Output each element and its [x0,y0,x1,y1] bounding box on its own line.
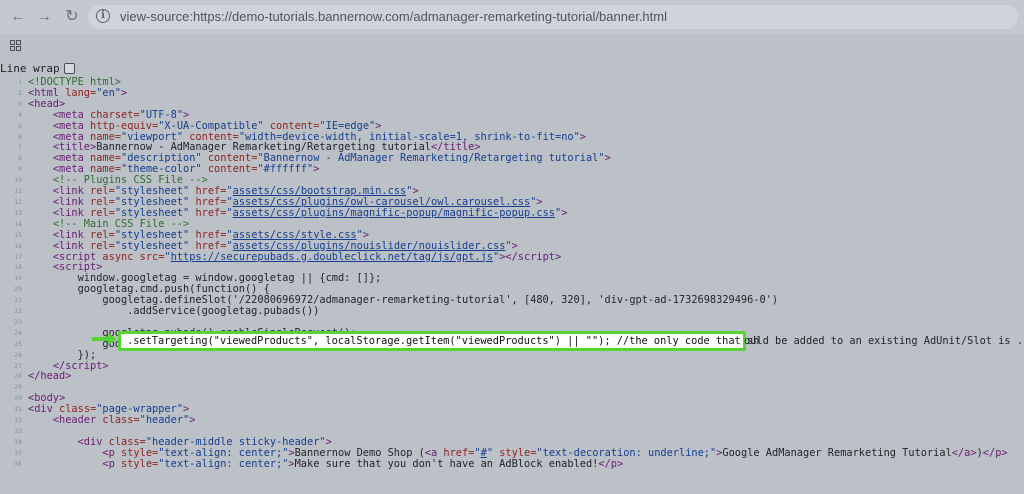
line-number: 21 [14,296,22,305]
line-number: 19 [14,274,22,283]
line-number: 4 [18,110,22,119]
source-code: .addService(googletag.pubads()) [28,305,320,318]
line-number: 11 [14,187,22,196]
line-number: 17 [14,252,22,261]
source-line: 32 <header class="header"> [0,415,1024,426]
arrow-right-icon [92,333,117,345]
source-line: 29 [0,382,1024,393]
line-number: 10 [14,176,22,185]
arrow-left-icon[interactable]: ← [8,7,28,27]
line-number: 12 [14,197,22,206]
line-number: 2 [18,88,22,97]
source-code: <header class="header"> [52,414,196,427]
line-number: 32 [14,416,22,425]
reload-icon[interactable]: ↻ [62,7,82,27]
highlighted-code-line: .setTargeting("viewedProducts", localSto… [118,331,759,351]
source-line: 28 </head> [0,371,1024,382]
source-line: 1 <!DOCTYPE html> [0,77,1024,88]
line-number: 20 [14,285,22,294]
line-number: 22 [14,307,22,316]
line-number: 23 [14,317,22,326]
line-number: 28 [14,372,22,381]
highlighted-code-text: .setTargeting("viewedProducts", localSto… [127,335,760,347]
url-text[interactable]: view-source:https://demo-tutorials.banne… [120,9,667,24]
line-number: 18 [14,263,22,272]
line-number: 24 [14,328,22,337]
source-code: <p style="text-align: center;">Make sure… [102,457,624,470]
line-wrap-checkbox[interactable] [63,62,75,74]
browser-toolbar: ← → ↻ i view-source:https://demo-tutoria… [0,0,1024,34]
line-wrap-control[interactable]: Line wrap [0,60,75,76]
grid-icon[interactable] [10,40,21,51]
line-number: 30 [14,394,22,403]
source-line: 22 .addService(googletag.pubads()) [0,306,1024,317]
bookmarks-bar [0,34,1024,60]
line-number: 29 [14,383,22,392]
source-view: 1 <!DOCTYPE html> 2 <html lang="en"> 3 <head>… [0,77,1024,494]
arrow-right-icon[interactable]: → [34,7,54,27]
line-number: 34 [14,437,22,446]
source-line: 2 <html lang="en"> [0,87,1024,99]
line-number: 7 [18,143,22,152]
info-icon[interactable]: i [96,9,110,23]
source-line: 26 }); [0,349,1024,361]
line-number: 8 [18,154,22,163]
line-number: 36 [14,459,22,468]
line-number: 15 [14,230,22,239]
source-line: 27 </script> [0,360,1024,372]
address-bar[interactable]: i view-source:https://demo-tutorials.ban… [88,5,1018,29]
line-number: 1 [18,78,22,86]
source-code: <script async src="https://securepubads.… [52,250,562,263]
highlighted-line-overflow: ould be added to an existing AdUnit/Slot… [744,335,1024,347]
line-number: 25 [14,339,22,348]
line-number: 3 [18,99,22,108]
source-code: </head> [28,370,72,383]
line-number: 16 [14,241,22,250]
line-number: 5 [18,121,22,130]
source-line: 17 <script async src="https://securepuba… [0,250,1024,263]
line-number: 13 [14,208,22,217]
line-number: 27 [14,361,22,370]
source-line: 36 <p style="text-align: center;">Make s… [0,457,1024,470]
line-number: 35 [14,448,22,457]
line-number: 26 [14,350,22,359]
line-number: 14 [14,219,22,228]
line-number: 6 [18,132,22,141]
line-number: 33 [14,427,22,435]
line-wrap-label: Line wrap [0,61,60,75]
line-number: 31 [14,405,22,414]
line-number: 9 [18,165,22,174]
